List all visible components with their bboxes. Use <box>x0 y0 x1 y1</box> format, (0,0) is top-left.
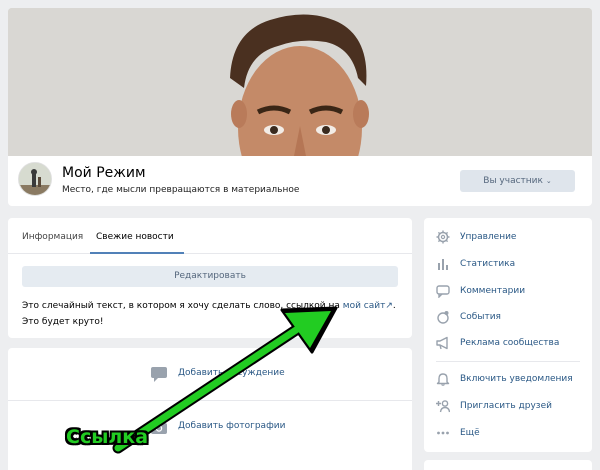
edit-button[interactable]: Редактировать <box>22 266 398 287</box>
sidebar-menu: Управление Статистика Комментарии Событи… <box>424 218 592 452</box>
member-button-label: Вы участник <box>483 176 543 186</box>
tab-info[interactable]: Информация <box>22 232 83 242</box>
add-photos-label: Добавить фотографии <box>178 421 286 431</box>
chevron-down-icon: ⌄ <box>545 177 552 185</box>
sidebar-card-secondary <box>424 460 592 470</box>
avatar-image-icon <box>19 163 51 195</box>
annotation-callout: Ссылка <box>66 426 149 448</box>
group-status: Место, где мысли превращаются в материал… <box>62 185 300 195</box>
sidebar-item-stats[interactable]: Статистика <box>424 251 592 277</box>
site-link[interactable]: мой сайт <box>343 301 386 311</box>
more-icon <box>437 431 449 435</box>
sidebar-item-comments[interactable]: Комментарии <box>424 278 592 304</box>
camera-icon <box>151 420 167 434</box>
tab-bar: Информация Свежие новости <box>8 218 412 254</box>
group-header: Мой Режим Место, где мысли превращаются … <box>8 156 592 206</box>
sidebar-item-ads[interactable]: Реклама сообщества <box>424 330 592 356</box>
cover-portrait <box>8 8 592 156</box>
sidebar-item-invite-label: Пригласить друзей <box>460 401 552 411</box>
sidebar-item-invite[interactable]: Пригласить друзей <box>424 393 592 419</box>
sidebar-item-notifications[interactable]: Включить уведомления <box>424 366 592 392</box>
add-user-icon <box>436 400 450 413</box>
bell-icon <box>436 373 450 386</box>
add-discussion-button[interactable]: Добавить обсуждение <box>8 348 412 400</box>
active-tab-indicator <box>90 252 184 254</box>
sidebar-item-comments-label: Комментарии <box>460 286 526 296</box>
sidebar-item-manage[interactable]: Управление <box>424 224 592 250</box>
tab-news[interactable]: Свежие новости <box>96 232 174 242</box>
sidebar-item-ads-label: Реклама сообщества <box>460 338 560 348</box>
megaphone-icon <box>436 336 448 350</box>
sidebar-item-events-label: События <box>460 312 501 322</box>
cover-image <box>8 8 592 156</box>
comment-icon <box>436 285 450 298</box>
post-text: Это слечайный текст, в котором я хочу сд… <box>22 298 404 330</box>
stats-icon <box>438 259 448 270</box>
group-avatar[interactable] <box>18 162 52 196</box>
add-discussion-label: Добавить обсуждение <box>178 368 285 378</box>
comment-icon <box>151 367 167 382</box>
sidebar-item-notifications-label: Включить уведомления <box>460 374 573 384</box>
event-icon <box>437 311 449 324</box>
sidebar-item-more-label: Ещё <box>460 428 480 438</box>
member-button[interactable]: Вы участник ⌄ <box>460 170 575 192</box>
sidebar-item-stats-label: Статистика <box>460 259 516 269</box>
sidebar-item-more[interactable]: Ещё <box>424 420 592 446</box>
post-text-before: Это слечайный текст, в котором я хочу сд… <box>22 301 343 311</box>
gear-icon <box>436 230 450 244</box>
sidebar-divider <box>436 361 580 362</box>
external-link-icon: ↗ <box>385 301 393 311</box>
group-title: Мой Режим <box>62 165 146 181</box>
info-card: Информация Свежие новости Редактировать … <box>8 218 412 338</box>
sidebar-item-events[interactable]: События <box>424 304 592 330</box>
actions-card: Добавить обсуждение Добавить фотографии <box>8 348 412 470</box>
sidebar-item-manage-label: Управление <box>460 232 517 242</box>
